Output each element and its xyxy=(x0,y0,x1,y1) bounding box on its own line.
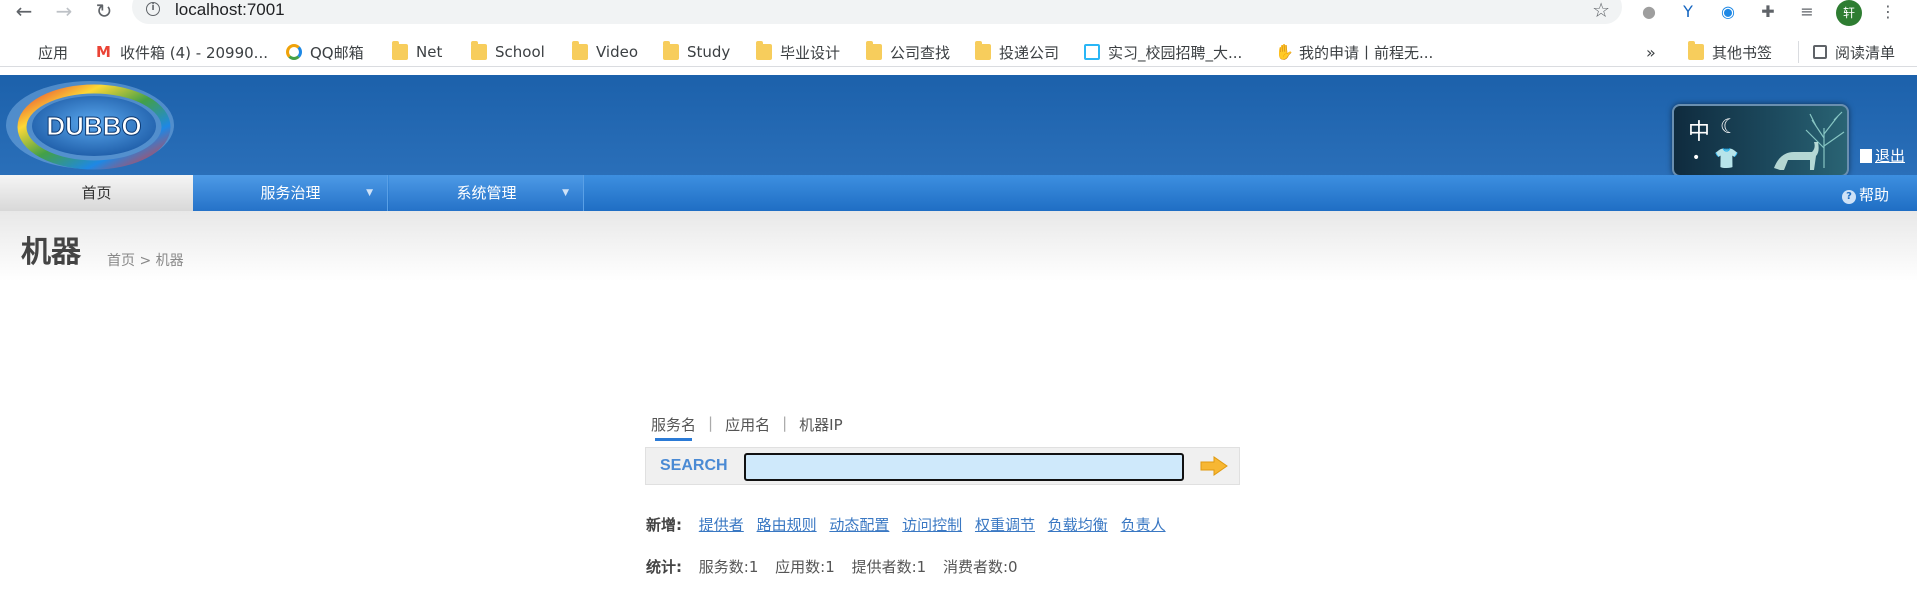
add-load-balance-link[interactable]: 负载均衡 xyxy=(1048,516,1108,534)
search-arrow-icon[interactable] xyxy=(1199,454,1229,478)
tab-separator: | xyxy=(708,414,714,432)
more-bookmarks-chevron[interactable]: » xyxy=(1646,41,1656,63)
extension-circle-icon[interactable]: ● xyxy=(1639,2,1659,22)
add-access-control-link[interactable]: 访问控制 xyxy=(902,516,962,534)
hand-icon: ✋ xyxy=(1275,43,1294,61)
app-header: DUBBO 中 ☾ • 👕 退出 xyxy=(0,75,1917,177)
menu-system-management[interactable]: 系统管理 ▼ xyxy=(389,175,584,211)
logout-link[interactable]: 退出 xyxy=(1860,145,1905,166)
add-links-row: 新增: 提供者 路由规则 动态配置 访问控制 权重调节 负载均衡 负责人 xyxy=(646,514,1174,535)
add-route-rule-link[interactable]: 路由规则 xyxy=(757,516,817,534)
forward-icon[interactable]: → xyxy=(52,0,76,24)
bookmark-my-applications[interactable]: ✋ 我的申请丨前程无... xyxy=(1275,41,1433,63)
search-type-tabs: 服务名 | 应用名 | 机器IP xyxy=(651,414,843,441)
folder-icon xyxy=(866,41,882,60)
stats-label: 统计: xyxy=(646,558,682,576)
add-label: 新增: xyxy=(646,516,682,534)
back-icon[interactable]: ← xyxy=(12,0,36,24)
add-owner-link[interactable]: 负责人 xyxy=(1121,516,1166,534)
job-site-icon xyxy=(1084,44,1100,60)
main-menu-bar: 首页 服务治理 ▼ 系统管理 ▼ ? 帮助 xyxy=(0,175,1917,211)
qq-mail-icon xyxy=(286,44,302,60)
dot-icon[interactable]: • xyxy=(1692,150,1700,166)
bookmark-graduation-design[interactable]: 毕业设计 xyxy=(756,41,840,63)
reading-list[interactable]: 阅读清单 xyxy=(1798,41,1895,63)
bookmark-applied-companies[interactable]: 投递公司 xyxy=(975,41,1059,63)
address-url[interactable]: localhost:7001 xyxy=(175,0,285,20)
page-title: 机器 xyxy=(21,235,81,270)
bookmark-apps[interactable]: 应用 xyxy=(14,41,68,63)
menu-service-governance[interactable]: 服务治理 ▼ xyxy=(193,175,388,211)
tab-app-name[interactable]: 应用名 xyxy=(725,414,770,441)
search-box: SEARCH xyxy=(645,447,1240,485)
tab-separator: | xyxy=(782,414,788,432)
menu-kebab-icon[interactable]: ⋮ xyxy=(1878,2,1898,22)
moon-icon[interactable]: ☾ xyxy=(1720,114,1738,138)
bookmark-company-search[interactable]: 公司查找 xyxy=(866,41,950,63)
search-label: SEARCH xyxy=(660,457,728,474)
stat-services: 服务数:1 xyxy=(698,558,759,576)
shirt-icon[interactable]: 👕 xyxy=(1714,146,1739,170)
extension-globe-icon[interactable]: ◉ xyxy=(1718,2,1738,22)
bookmark-star-icon[interactable]: ☆ xyxy=(1592,0,1610,22)
media-queue-icon[interactable]: ≡ xyxy=(1797,2,1817,22)
extensions-puzzle-icon[interactable]: ✚ xyxy=(1758,2,1778,22)
reading-list-icon xyxy=(1813,45,1827,59)
profile-avatar[interactable]: 轩 xyxy=(1836,0,1862,26)
bookmark-school[interactable]: School xyxy=(471,41,545,63)
add-dynamic-config-link[interactable]: 动态配置 xyxy=(829,516,889,534)
dropdown-arrow-icon: ▼ xyxy=(562,188,569,198)
folder-icon xyxy=(756,41,772,60)
stat-providers: 提供者数:1 xyxy=(851,558,927,576)
address-bar[interactable]: i localhost:7001 ☆ xyxy=(132,0,1622,24)
bookmark-internship[interactable]: 实习_校园招聘_大... xyxy=(1084,41,1242,63)
stat-apps: 应用数:1 xyxy=(775,558,835,576)
breadcrumb[interactable]: 首页 > 机器 xyxy=(107,250,184,270)
language-chinese-toggle[interactable]: 中 xyxy=(1688,114,1710,146)
dropdown-arrow-icon: ▼ xyxy=(366,188,373,198)
reload-icon[interactable]: ↻ xyxy=(92,0,116,24)
tab-service-name[interactable]: 服务名 xyxy=(651,414,696,441)
bookmark-qq-mail[interactable]: QQ邮箱 xyxy=(286,41,364,63)
add-provider-link[interactable]: 提供者 xyxy=(699,516,744,534)
bookmark-other[interactable]: 其他书签 xyxy=(1688,41,1772,63)
stat-consumers: 消费者数:0 xyxy=(942,558,1018,576)
gmail-icon: M xyxy=(96,43,111,61)
tab-machine-ip[interactable]: 机器IP xyxy=(799,414,842,441)
site-info-icon[interactable]: i xyxy=(146,2,160,16)
folder-icon xyxy=(1688,41,1704,60)
bookmarks-bar: 应用 M 收件箱 (4) - 20990... QQ邮箱 Net School … xyxy=(0,37,1917,67)
extension-v-icon[interactable]: Y xyxy=(1678,2,1698,22)
bookmark-study[interactable]: Study xyxy=(663,41,730,63)
folder-icon xyxy=(663,41,679,60)
help-icon: ? xyxy=(1842,190,1856,204)
bookmark-video[interactable]: Video xyxy=(572,41,638,63)
dubbo-logo[interactable]: DUBBO xyxy=(2,77,178,173)
add-weight-adjust-link[interactable]: 权重调节 xyxy=(975,516,1035,534)
page-title-band: 机器 首页 > 机器 xyxy=(0,211,1917,281)
bookmark-net[interactable]: Net xyxy=(392,41,442,63)
bookmark-gmail[interactable]: M 收件箱 (4) - 20990... xyxy=(96,41,268,63)
stats-row: 统计: 服务数:1 应用数:1 提供者数:1 消费者数:0 xyxy=(646,556,1030,577)
browser-toolbar: ← → ↻ i localhost:7001 ☆ ● Y ◉ ✚ ≡ 轩 ⋮ xyxy=(0,0,1917,26)
apps-grid-icon xyxy=(14,44,30,60)
logout-icon xyxy=(1860,149,1872,163)
help-link[interactable]: ? 帮助 xyxy=(1842,184,1889,205)
deer-illustration-icon xyxy=(1774,111,1845,170)
folder-icon xyxy=(392,41,408,60)
skin-switch-panel[interactable]: 中 ☾ • 👕 xyxy=(1672,104,1849,177)
logo-text: DUBBO xyxy=(46,111,141,141)
folder-icon xyxy=(572,41,588,60)
folder-icon xyxy=(471,41,487,60)
search-input[interactable] xyxy=(744,453,1184,481)
folder-icon xyxy=(975,41,991,60)
menu-home[interactable]: 首页 xyxy=(0,175,193,211)
